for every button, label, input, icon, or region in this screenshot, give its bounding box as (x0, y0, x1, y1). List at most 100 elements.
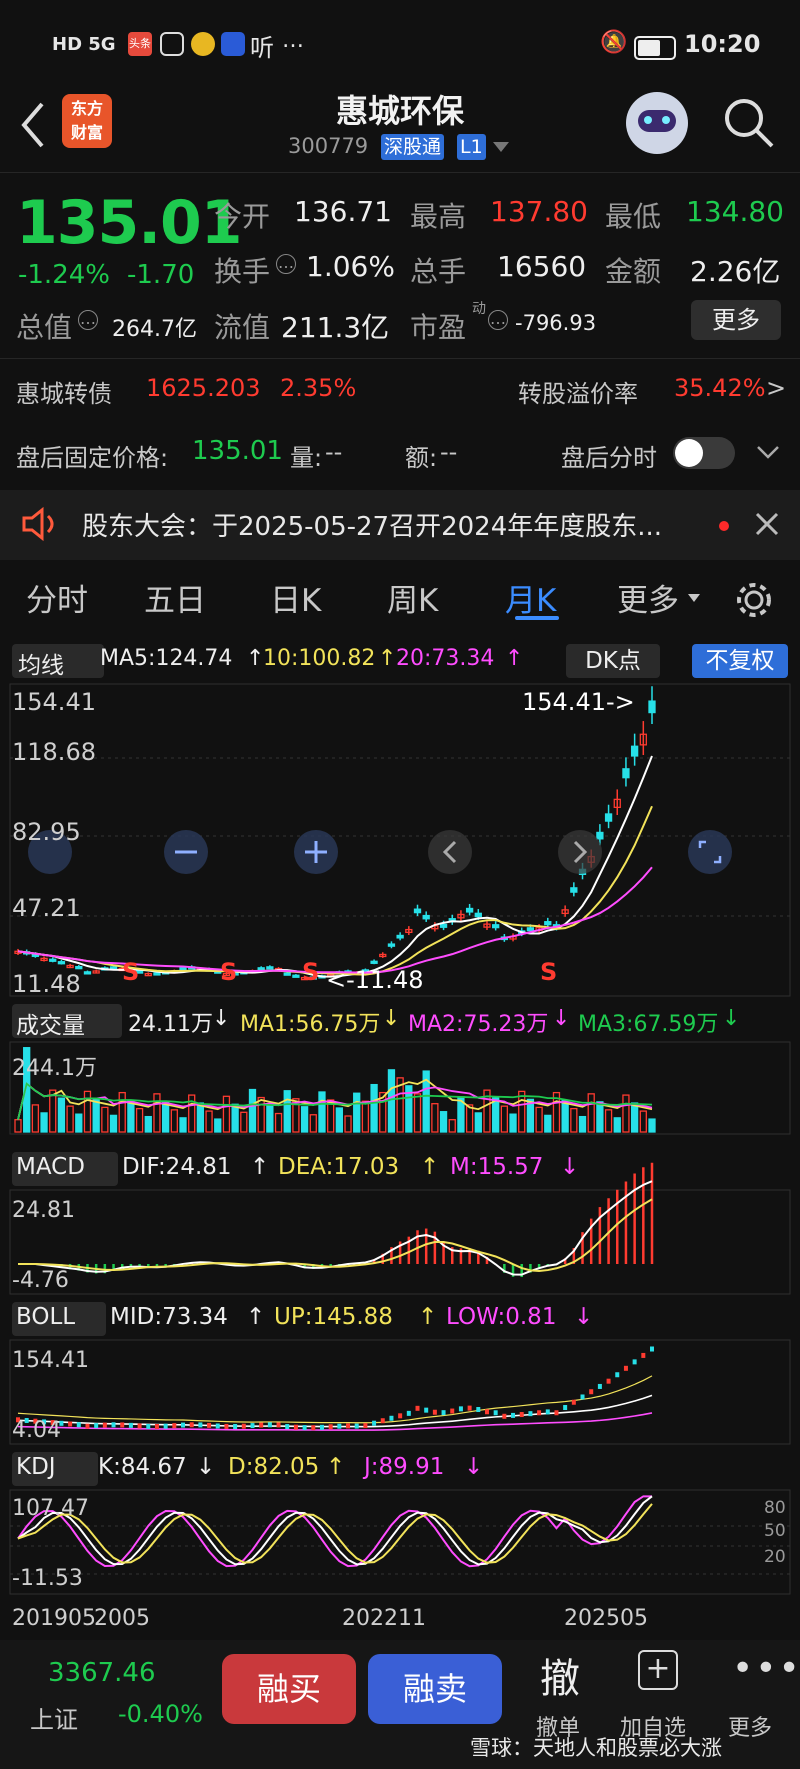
robot-assistant-icon[interactable] (626, 92, 688, 154)
convertible-name[interactable]: 惠城转债 (16, 374, 112, 409)
open-value: 136.71 (294, 195, 392, 228)
ma-label: 均线 (18, 653, 64, 679)
kline-y-top: 154.41 (12, 688, 96, 716)
fullscreen-button (688, 830, 732, 874)
volume-ma1: MA1:56.75万 (240, 1012, 381, 1037)
bottom-bar: 3367.46 上证 -0.40% 融买 融卖 撤 撤单 + 加自选 ••• 更… (0, 1640, 800, 1769)
kline-y-4: 47.21 (12, 894, 81, 922)
weibo-icon (191, 32, 215, 56)
settings-gear-icon[interactable] (734, 580, 774, 620)
boll-candle (267, 1422, 272, 1428)
margin-sell-button[interactable]: 融卖 (368, 1654, 502, 1724)
volume-bar (222, 1095, 231, 1133)
more-button[interactable]: 更多 (691, 300, 781, 340)
index-value[interactable]: 3367.46 (48, 1658, 156, 1688)
volume-bar (153, 1093, 161, 1133)
listen-icon: 听 (250, 34, 274, 62)
candle-body (266, 966, 274, 970)
volume-bar (257, 1096, 265, 1133)
ma-selector[interactable]: 均线 (12, 644, 104, 679)
dea-line (18, 1198, 653, 1273)
boll-up (17, 1375, 653, 1424)
x-axis-label: 201905 (12, 1606, 96, 1631)
battery-icon (634, 36, 676, 60)
boll-candle (476, 1407, 481, 1413)
margin-buy-button[interactable]: 融买 (222, 1654, 356, 1724)
dk-button[interactable]: DK点 (566, 644, 660, 678)
kline-y-3: 82.95 (12, 818, 81, 846)
boll-candle (128, 1422, 133, 1428)
info-icon[interactable]: … (276, 254, 296, 274)
volume-bar (40, 1112, 48, 1133)
search-icon[interactable] (722, 96, 776, 150)
after-hours-toggle[interactable] (673, 437, 735, 469)
boll-candle (589, 1389, 594, 1395)
boll-candle (406, 1410, 411, 1416)
volume-ma3: MA3:67.59万 (578, 1012, 719, 1037)
boll-candle (458, 1406, 463, 1412)
boll-candle (641, 1352, 646, 1358)
tab-rik[interactable]: 日K (270, 575, 321, 620)
boll-candle (285, 1424, 290, 1430)
volume-bar (370, 1083, 378, 1133)
boll-y-top: 154.41 (12, 1348, 89, 1373)
after-hours-price: 135.01 (192, 436, 283, 466)
tab-wuri[interactable]: 五日 (144, 575, 206, 620)
volume-bar (170, 1109, 178, 1133)
candle-body (387, 943, 396, 947)
info-icon[interactable]: … (488, 310, 508, 330)
candle-body (526, 927, 535, 932)
close-icon[interactable] (755, 512, 779, 536)
candle-body (422, 914, 430, 920)
boll-selector[interactable]: BOLL (12, 1302, 106, 1336)
signal-icon: HD 5G (52, 34, 116, 55)
x-axis-label: 2005 (94, 1606, 150, 1631)
boll-candle (528, 1411, 533, 1417)
volume-bar (92, 1098, 100, 1133)
tab-fenshi[interactable]: 分时 (26, 575, 88, 620)
convertible-arrow-icon[interactable]: > (766, 374, 786, 402)
macd-m: M:15.57 (450, 1154, 544, 1180)
volume-bar (353, 1092, 361, 1133)
sell-mark: S (302, 958, 320, 986)
boll-candle (328, 1424, 333, 1430)
boll-candle (432, 1409, 437, 1415)
scroll-right-button (558, 830, 602, 874)
dropdown-icon[interactable] (688, 594, 700, 604)
tab-zhouk[interactable]: 周K (387, 575, 438, 620)
macd-selector[interactable]: MACD (12, 1152, 118, 1186)
ma20-value: 20:73.34 (396, 646, 495, 671)
boll-candle (111, 1422, 116, 1428)
index-pct[interactable]: -0.40% (118, 1700, 203, 1728)
boll-candle (85, 1423, 90, 1429)
index-name[interactable]: 上证 (30, 1700, 78, 1735)
fuquan-button[interactable]: 不复权 (692, 644, 788, 678)
kdj-selector[interactable]: KDJ (12, 1452, 98, 1486)
more-dots-icon[interactable]: ••• (732, 1648, 800, 1689)
tab-yuek[interactable]: 月K (505, 575, 556, 620)
candle-body (413, 908, 422, 914)
tab-more[interactable]: 更多 (617, 575, 679, 620)
add-watchlist-icon[interactable]: + (638, 1650, 678, 1690)
last-price: 135.01 (16, 188, 243, 258)
boll-candle (172, 1423, 177, 1429)
dropdown-icon[interactable] (493, 142, 509, 154)
volume-selector[interactable]: 成交量 (12, 1004, 122, 1039)
chart-area[interactable] (0, 680, 800, 1640)
turnover-value: 1.06% (306, 250, 395, 283)
candle-body (75, 965, 83, 970)
info-icon[interactable]: … (78, 310, 98, 330)
more-label[interactable]: 更多 (728, 1710, 772, 1742)
cancel-order-icon[interactable]: 撤 (540, 1646, 580, 1704)
volume-bar (492, 1097, 500, 1133)
notice-text: 股东大会：于2025-05-27召开2024年年度股东... (82, 512, 663, 542)
status-bar: HD 5G 头条 听 … 🔕 10:20 (0, 28, 800, 68)
boll-candle (293, 1424, 298, 1430)
chevron-down-icon[interactable] (756, 444, 780, 460)
volume-bar (75, 1113, 83, 1133)
volume-bar (648, 1118, 656, 1133)
boll-candle (146, 1423, 151, 1429)
boll-candle (424, 1407, 429, 1413)
notice-banner[interactable]: 股东大会：于2025-05-27召开2024年年度股东... (0, 490, 800, 560)
volume-bar (335, 1107, 343, 1133)
